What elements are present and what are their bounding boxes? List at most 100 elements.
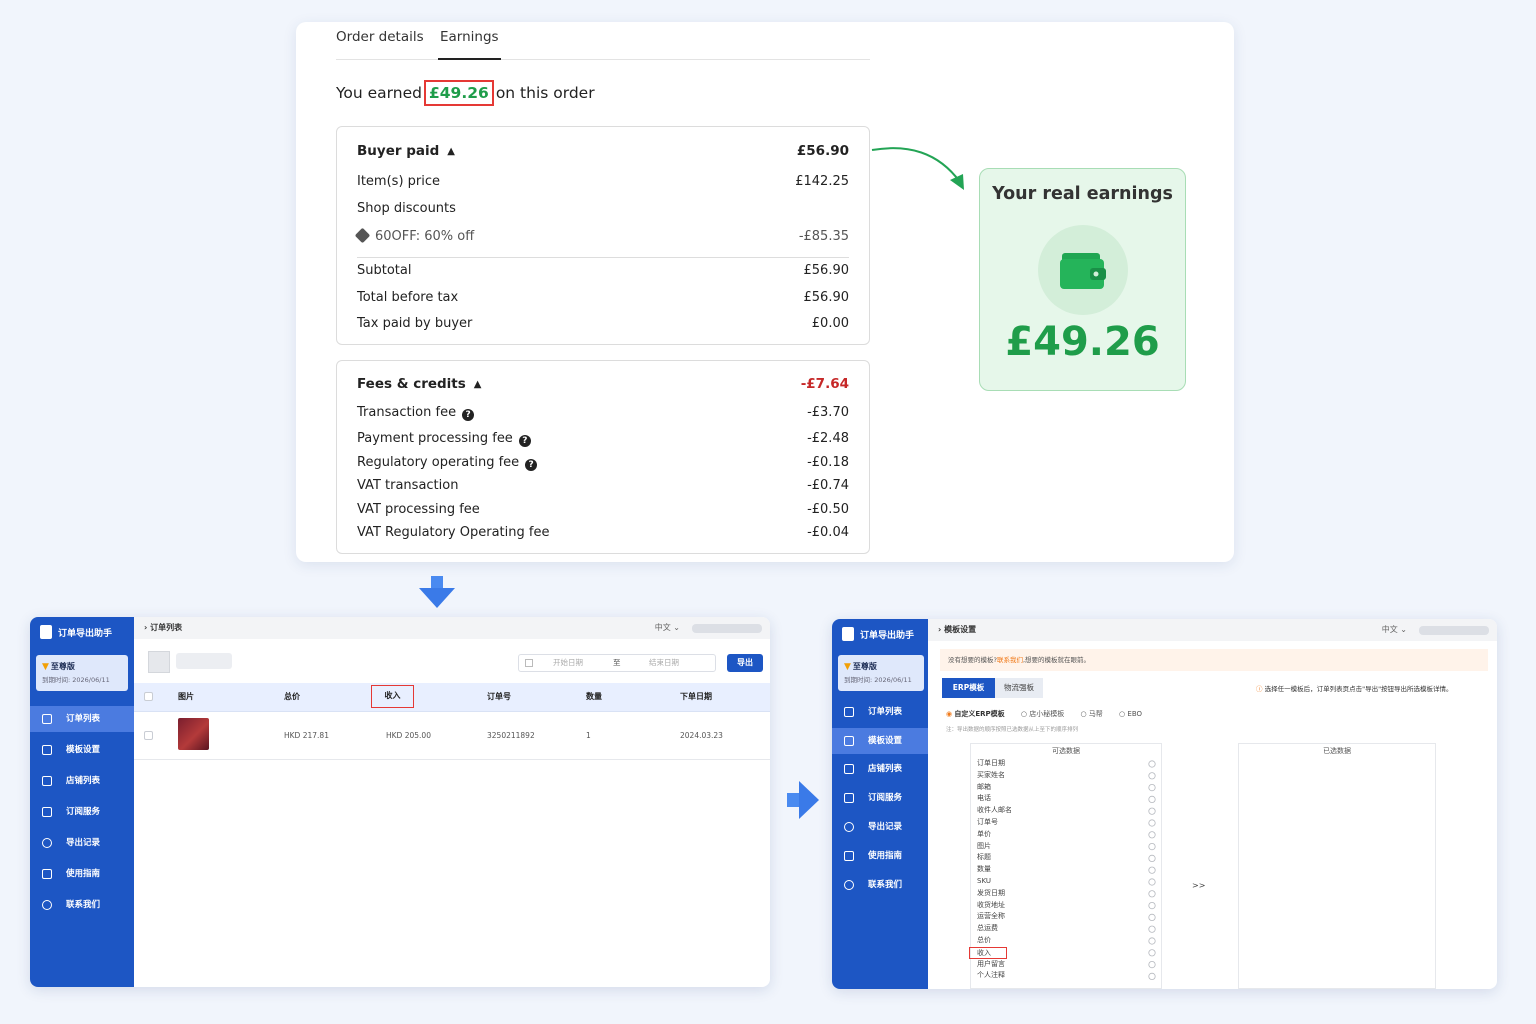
field-label: 用户留言 [977,959,1005,968]
contact-link[interactable]: 联系我们 [997,656,1023,664]
nav-template-settings[interactable]: 模板设置 [832,728,928,754]
nav-user-guide[interactable]: 使用指南 [832,843,928,869]
table-row[interactable]: HKD 217.81 HKD 205.00 3250211892 1 2024.… [134,712,770,760]
buyer-paid-header[interactable]: Buyer paid ▲ £56.90 [357,141,849,161]
store-icon [844,764,854,774]
hint-text: 选择任一模板后，订单列表页点击"导出"按钮导出所选模板详情。 [1264,685,1453,693]
field-item[interactable]: 运营全称 [977,911,1005,923]
field-item[interactable]: 用户留言 [977,959,1005,971]
fees-total: -£7.64 [800,376,849,392]
field-label: SKU [977,877,991,885]
nav-store-list[interactable]: 店铺列表 [832,756,928,782]
field-item[interactable]: 收件人邮名 [977,805,1012,817]
field-item[interactable]: 订单号 [977,817,998,829]
field-item[interactable]: SKU [977,876,991,888]
field-label: 买家姓名 [977,770,1005,779]
expiry-date: 到期时间: 2026/06/11 [42,676,110,684]
field-item[interactable]: 数量 [977,864,991,876]
fee-value: -£0.50 [807,502,849,517]
breadcrumb: › 模板设置 [938,625,977,634]
app-logo-icon [842,627,854,641]
nav-export-history[interactable]: 导出记录 [832,814,928,840]
select-all-checkbox[interactable] [144,692,153,701]
items-price-row: Item(s) price £142.25 [357,172,849,192]
subscription-icon [42,807,52,817]
tab-earnings[interactable]: Earnings [438,28,501,60]
fee-row: Transaction fee? -£3.70 [357,403,849,423]
row-checkbox[interactable] [144,731,153,740]
field-item[interactable]: 邮箱 [977,782,991,794]
nav-label: 使用指南 [66,869,101,879]
account-info[interactable] [692,624,762,633]
nav-subscription[interactable]: 订阅服务 [30,799,134,825]
tax-value: £0.00 [811,316,849,331]
field-item[interactable]: 个人注释 [977,970,1005,982]
radio-ebo[interactable]: ○ EBO [1119,710,1142,718]
help-icon[interactable]: ? [462,409,475,421]
tab-order-details[interactable]: Order details [336,28,424,46]
field-item[interactable]: 买家姓名 [977,770,1005,782]
radio-custom-erp[interactable]: ◉ 自定义ERP模板 [946,710,1005,718]
field-item[interactable]: 发货日期 [977,888,1005,900]
radio-dianxiaomi[interactable]: ○ 店小秘模板 [1021,710,1064,718]
add-field-icons [1148,760,1156,980]
field-item[interactable]: 单价 [977,829,991,841]
tab-logistics-template[interactable]: 物流强板 [995,678,1043,698]
store-avatar[interactable] [148,651,170,673]
nav-order-list[interactable]: 订单列表 [30,706,134,732]
export-button[interactable]: 导出 [727,654,763,672]
fees-header[interactable]: Fees & credits ▲ -£7.64 [357,374,849,394]
version-card: ▼ 至尊版 到期时间: 2026/06/11 [36,655,128,691]
history-icon [844,822,854,832]
language-switch[interactable]: 中文 ⌄ [655,617,680,639]
field-label: 收入 [977,948,991,957]
chevron-up-icon[interactable]: ▲ [474,375,482,395]
field-item[interactable]: 总价 [977,935,991,947]
end-date-input[interactable]: 结束日期 [649,655,679,671]
nav-store-list[interactable]: 店铺列表 [30,768,134,794]
col-income: 收入 [371,685,414,708]
fee-label: Transaction fee [357,405,457,420]
date-range-picker[interactable]: 开始日期 至 结束日期 [518,654,716,672]
field-item[interactable]: 订单日期 [977,758,1005,770]
radio-label: EBO [1127,710,1143,718]
field-item[interactable]: 标题 [977,852,991,864]
move-right-button[interactable]: >> [1192,881,1205,890]
field-item[interactable]: 电话 [977,793,991,805]
items-price-value: £142.25 [795,174,849,189]
field-item[interactable]: 总运费 [977,923,998,935]
help-icon[interactable]: ? [518,435,531,447]
calendar-icon [525,659,533,667]
col-quantity: 数量 [586,692,602,701]
fee-row: VAT transaction -£0.74 [357,476,849,496]
chevron-up-icon[interactable]: ▲ [447,142,455,162]
nav-user-guide[interactable]: 使用指南 [30,861,134,887]
radio-mabang[interactable]: ○ 马帮 [1080,710,1102,718]
earned-amount: £49.26 [423,80,494,106]
buyer-paid-total: £56.90 [796,143,849,159]
subscription-icon [844,793,854,803]
nav-export-history[interactable]: 导出记录 [30,830,134,856]
nav-template-settings[interactable]: 模板设置 [30,737,134,763]
field-label: 收件人邮名 [977,806,1012,815]
selected-title: 已选数据 [1323,747,1351,755]
field-item[interactable]: 图片 [977,841,991,853]
notice-suffix: ,想要的模板就在眼前。 [1022,656,1091,664]
nav-subscription[interactable]: 订阅服务 [832,785,928,811]
start-date-input[interactable]: 开始日期 [553,655,583,671]
language-switch[interactable]: 中文 ⌄ [1382,619,1407,641]
language-label: 中文 [654,623,671,632]
field-item-income[interactable]: 收入 [969,946,1007,959]
account-info[interactable] [1419,626,1489,635]
guide-icon [42,869,52,879]
nav-contact-us[interactable]: 联系我们 [30,892,134,918]
nav-contact-us[interactable]: 联系我们 [832,872,928,898]
field-item[interactable]: 收货地址 [977,900,1005,912]
nav-order-list[interactable]: 订单列表 [832,699,928,725]
template-settings-window: 订单导出助手 ▼ 至尊版 到期时间: 2026/06/11 订单列表 模板设置 店铺… [832,619,1497,989]
tab-erp-template[interactable]: ERP模板 [942,678,995,698]
field-label: 订单日期 [977,759,1005,767]
help-icon[interactable]: ? [525,459,538,471]
brand: 订单导出助手 [842,627,914,641]
brand: 订单导出助手 [40,625,112,639]
